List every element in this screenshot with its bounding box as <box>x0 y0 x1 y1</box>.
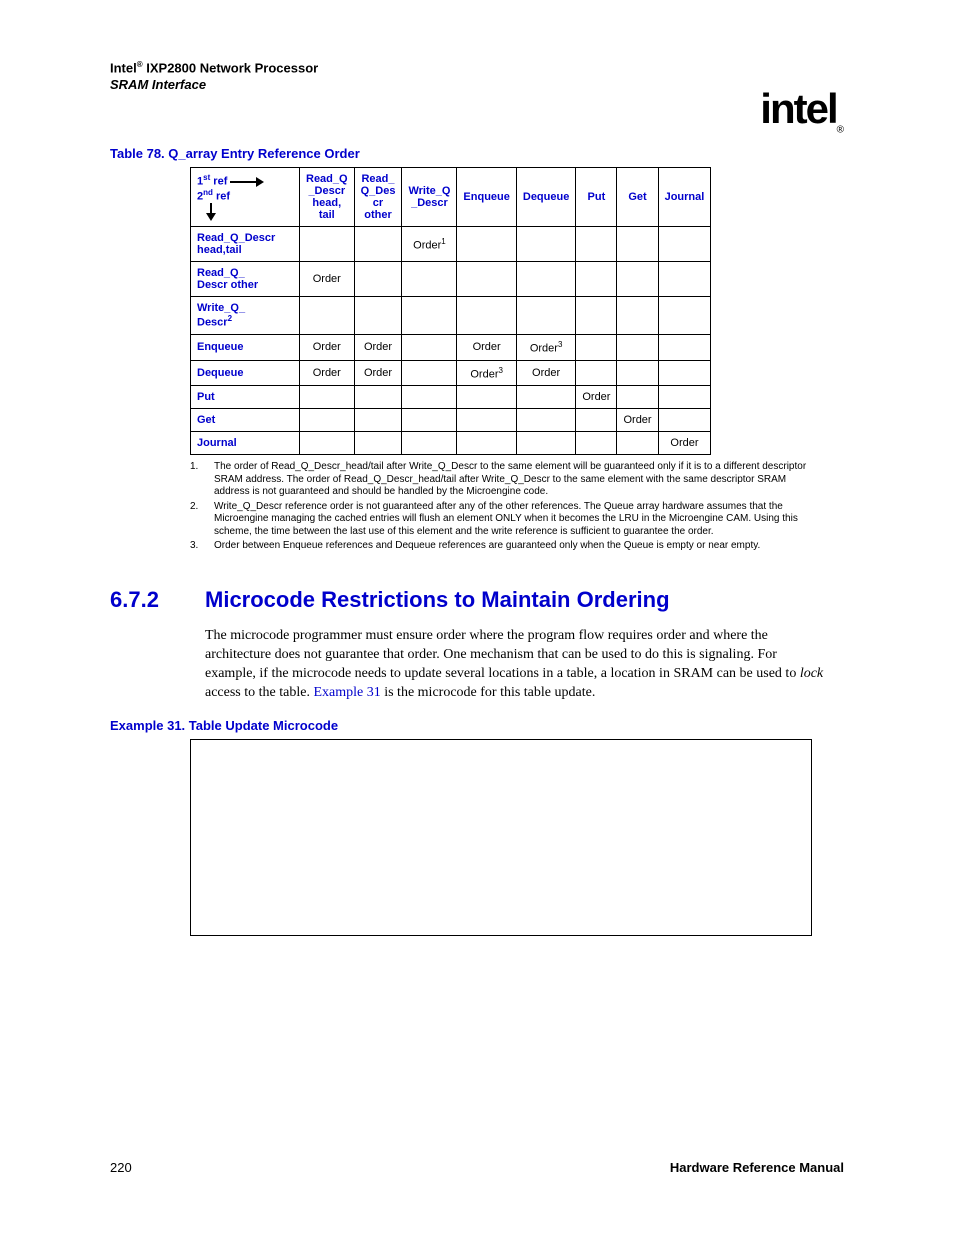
intel-logo: intel® <box>760 85 844 135</box>
table-caption: Table 78. Q_array Entry Reference Order <box>110 146 844 161</box>
table-row: Enqueue Order Order Order Order3 <box>191 335 711 361</box>
arrow-right-icon <box>230 178 264 186</box>
col-header: Get <box>617 168 658 227</box>
table-row: Get Order <box>191 409 711 432</box>
header-text: Intel® IXP2800 Network Processor SRAM In… <box>110 60 318 94</box>
row-label: Write_Q_Descr2 <box>191 297 300 335</box>
table-corner-cell: 1st ref 2nd ref <box>191 168 300 227</box>
table-row: Journal Order <box>191 432 711 455</box>
row-label: Dequeue <box>191 360 300 386</box>
example-link[interactable]: Example 31 <box>313 685 380 700</box>
product-name-rest: IXP2800 Network Processor <box>143 60 319 75</box>
header-subtitle: SRAM Interface <box>110 77 206 92</box>
qarray-table: 1st ref 2nd ref Read_Q_Descrhead,tail Re… <box>190 167 711 455</box>
col-header: Dequeue <box>516 168 575 227</box>
section-number: 6.7.2 <box>110 587 165 613</box>
table-row: Read_Q_Descr other Order <box>191 262 711 297</box>
row-label: Get <box>191 409 300 432</box>
section-title: Microcode Restrictions to Maintain Order… <box>205 587 670 613</box>
example-code-box <box>190 739 812 936</box>
row-label: Read_Q_Descrhead,tail <box>191 227 300 262</box>
footnote: 2.Write_Q_Descr reference order is not g… <box>190 501 810 539</box>
footnote: 3.Order between Enqueue references and D… <box>190 540 810 553</box>
col-header: Read_Q_Descrhead,tail <box>300 168 355 227</box>
page-header: Intel® IXP2800 Network Processor SRAM In… <box>110 60 844 110</box>
col-header: Journal <box>658 168 711 227</box>
row-label: Journal <box>191 432 300 455</box>
page: Intel ® IXP2800 Network Processor SRAM In… <box>0 0 954 1235</box>
table-row: Dequeue Order Order Order3 Order <box>191 360 711 386</box>
logo-reg: ® <box>837 124 844 135</box>
logo-text: intel <box>760 85 836 132</box>
col-header: Write_Q_Descr <box>402 168 457 227</box>
row-label: Enqueue <box>191 335 300 361</box>
example-caption: Example 31. Table Update Microcode <box>110 718 844 733</box>
col-header: Read_Q_Descrother <box>354 168 402 227</box>
table-row: Read_Q_Descrhead,tail Order1 <box>191 227 711 262</box>
table-footnotes: 1.The order of Read_Q_Descr_head/tail af… <box>190 461 810 553</box>
col-header: Enqueue <box>457 168 516 227</box>
page-footer: 220 Hardware Reference Manual <box>110 1160 844 1175</box>
row-label: Read_Q_Descr other <box>191 262 300 297</box>
page-number: 220 <box>110 1160 132 1175</box>
row-label: Put <box>191 386 300 409</box>
table-row: Put Order <box>191 386 711 409</box>
body-paragraph: The microcode programmer must ensure ord… <box>205 627 825 703</box>
arrow-down-icon <box>207 203 215 221</box>
table-header-row: 1st ref 2nd ref Read_Q_Descrhead,tail Re… <box>191 168 711 227</box>
manual-title: Hardware Reference Manual <box>670 1160 844 1175</box>
footnote: 1.The order of Read_Q_Descr_head/tail af… <box>190 461 810 499</box>
table-row: Write_Q_Descr2 <box>191 297 711 335</box>
product-name-prefix: Intel <box>110 60 137 75</box>
section-heading: 6.7.2 Microcode Restrictions to Maintain… <box>110 587 844 613</box>
col-header: Put <box>576 168 617 227</box>
